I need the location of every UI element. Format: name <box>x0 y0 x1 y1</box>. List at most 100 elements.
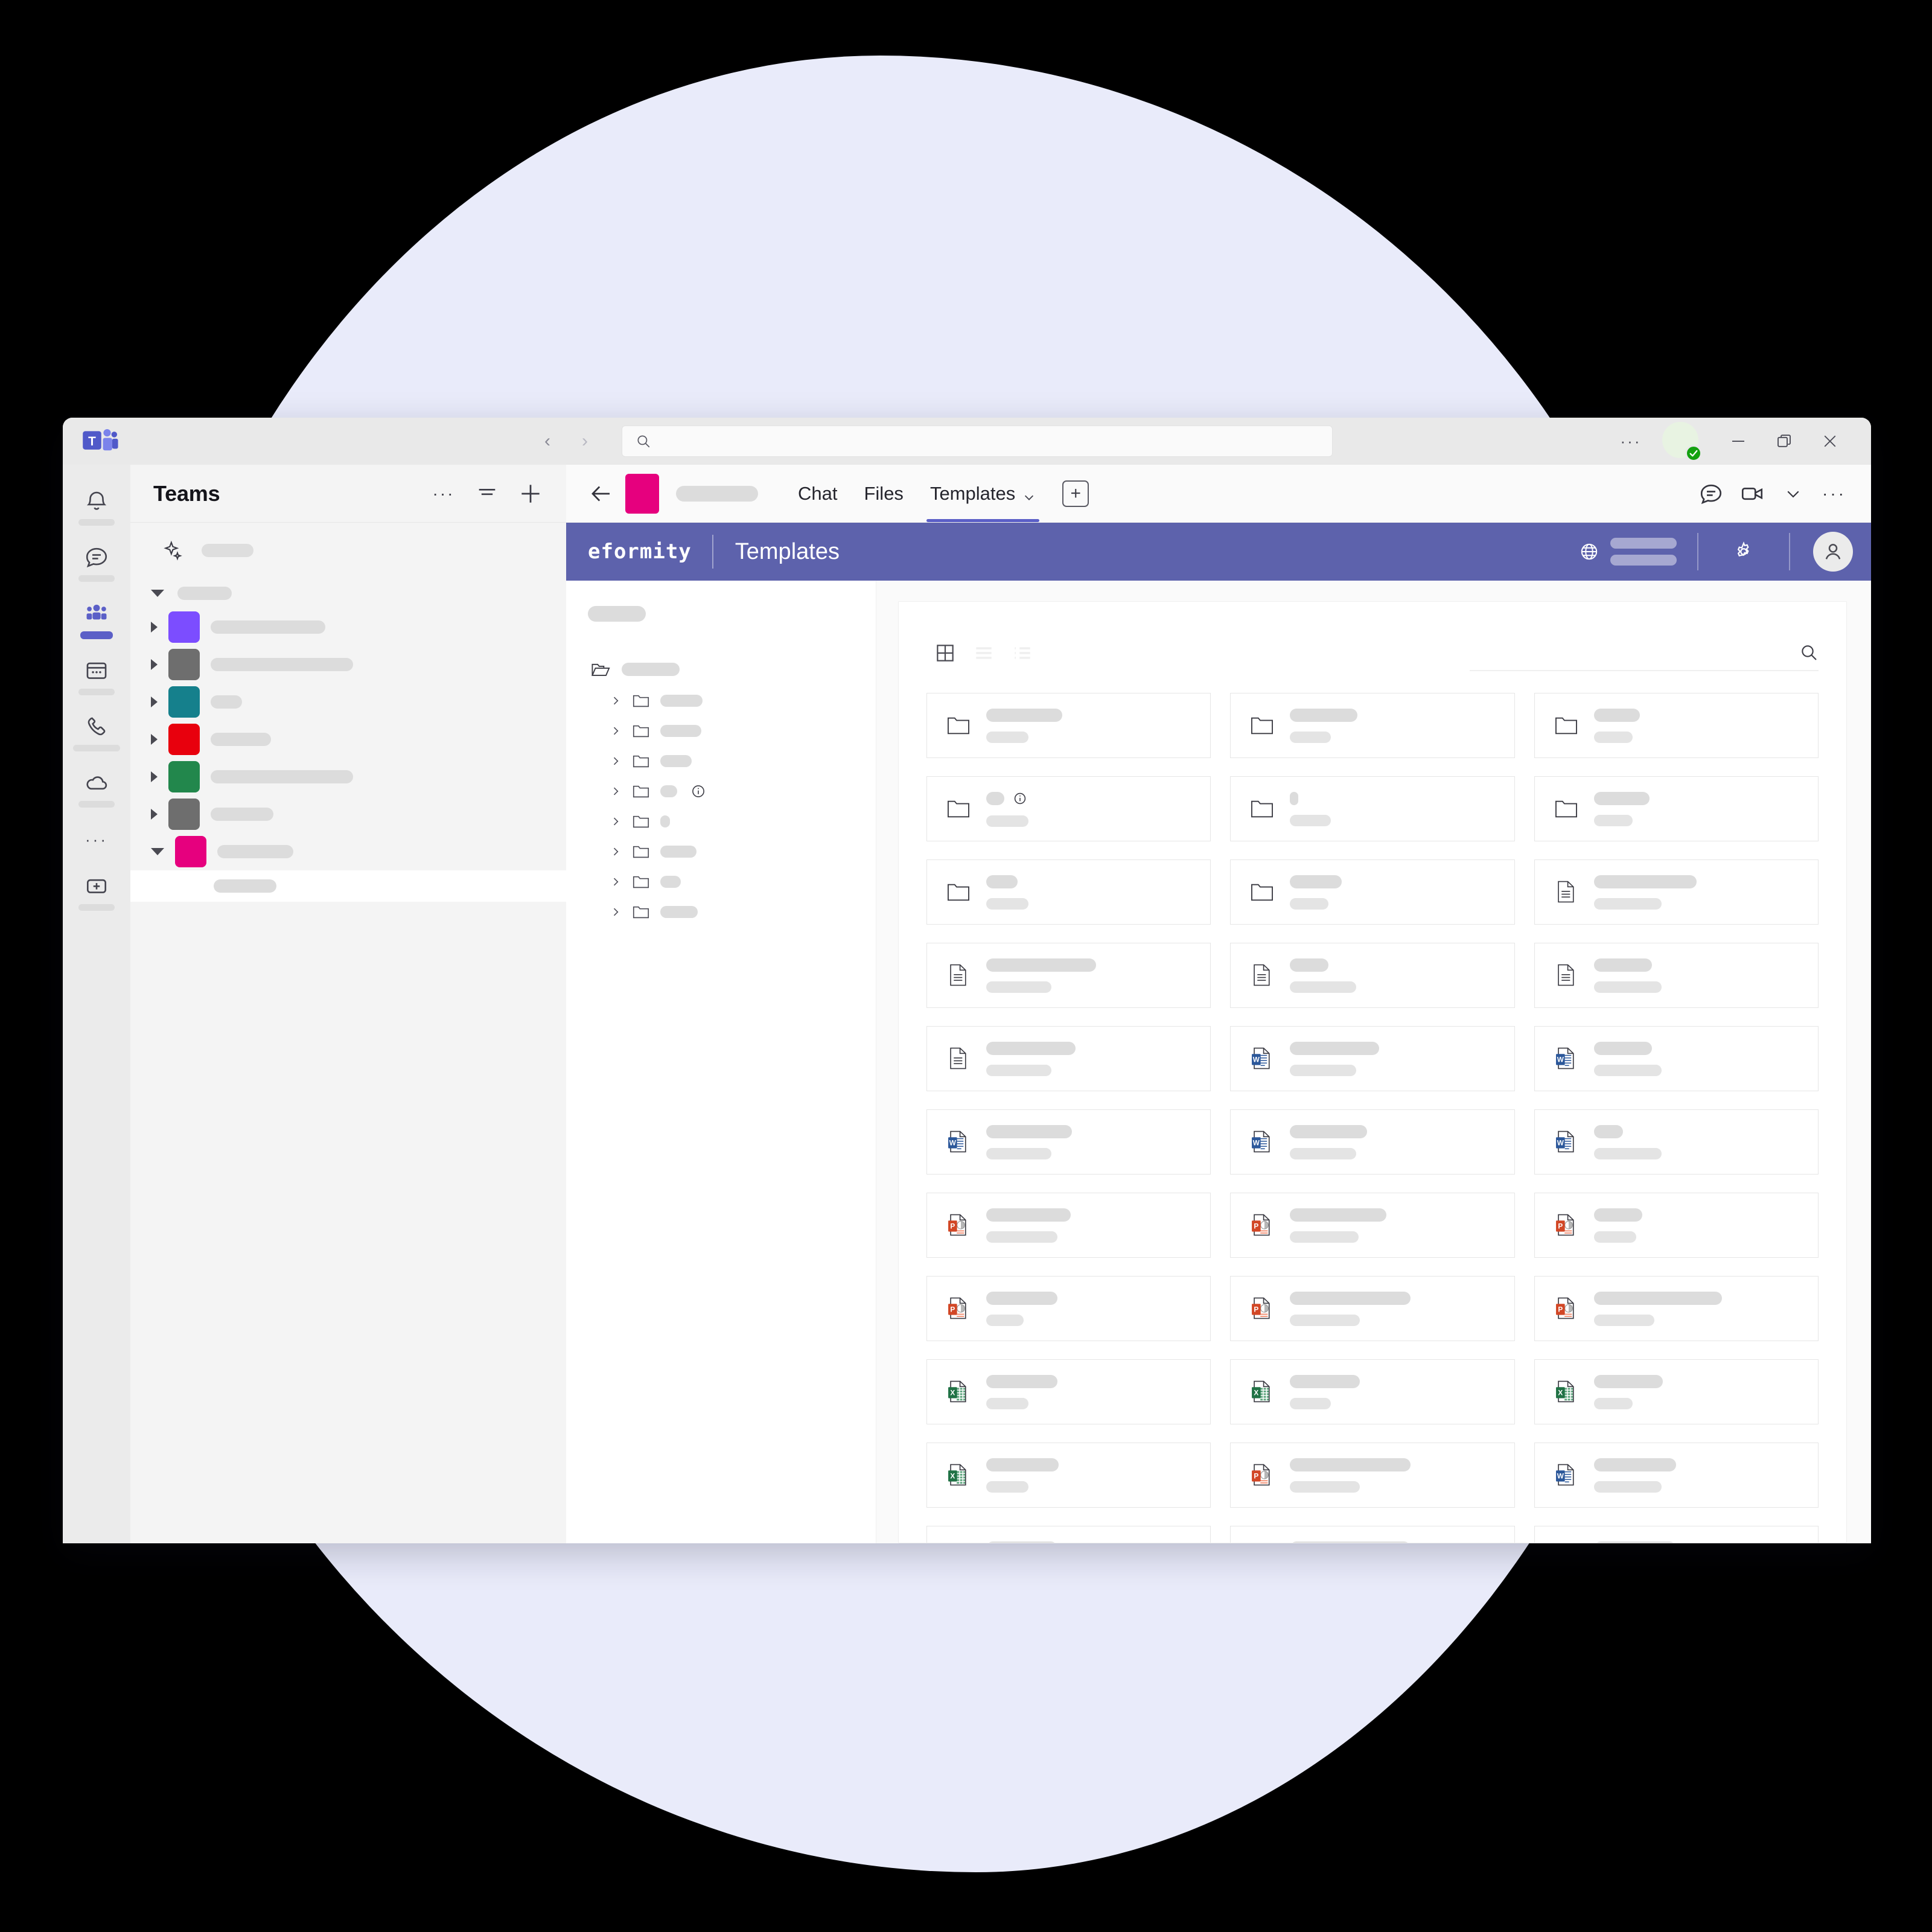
chat-icon[interactable] <box>1695 477 1727 510</box>
chevron-down-icon[interactable] <box>151 848 164 855</box>
template-card[interactable]: W <box>1230 1026 1515 1092</box>
template-card[interactable] <box>1534 859 1819 925</box>
teams-more-button[interactable]: ··· <box>430 480 457 508</box>
template-card[interactable] <box>1230 693 1515 759</box>
meet-now-icon[interactable] <box>1736 477 1768 510</box>
meet-options-icon[interactable] <box>1777 477 1809 510</box>
team-group-row[interactable] <box>130 578 566 608</box>
chevron-down-icon[interactable] <box>1022 487 1036 500</box>
template-card[interactable]: W <box>1230 1109 1515 1175</box>
channel-list-item-selected[interactable] <box>130 870 566 902</box>
global-search-input[interactable] <box>622 426 1333 457</box>
rail-more-button[interactable]: ··· <box>85 816 108 863</box>
team-list-item[interactable] <box>130 683 566 721</box>
tab-chat[interactable]: Chat <box>785 465 850 522</box>
team-list-item[interactable] <box>130 833 566 870</box>
chevron-right-icon[interactable] <box>151 734 158 745</box>
tree-folder-item[interactable] <box>566 806 876 837</box>
tree-folder-item[interactable] <box>566 897 876 927</box>
rail-item-files[interactable] <box>63 760 130 816</box>
template-card[interactable] <box>926 943 1211 1009</box>
rail-item-add-app[interactable] <box>63 863 130 919</box>
template-card[interactable]: P <box>1230 1276 1515 1342</box>
minimize-button[interactable] <box>1715 423 1761 459</box>
template-card[interactable]: P <box>926 1193 1211 1258</box>
chevron-right-icon[interactable] <box>610 725 622 737</box>
window-more-button[interactable]: ··· <box>1609 423 1653 459</box>
tree-root-item[interactable] <box>566 653 876 686</box>
rail-item-teams[interactable] <box>63 590 130 648</box>
chevron-right-icon[interactable] <box>151 809 158 820</box>
template-card[interactable] <box>926 859 1211 925</box>
template-card[interactable]: X <box>926 1359 1211 1425</box>
template-card[interactable]: X <box>1534 1359 1819 1425</box>
template-card[interactable]: P <box>1534 1276 1819 1342</box>
back-button[interactable]: ‹ <box>538 432 556 450</box>
template-card[interactable] <box>1534 693 1819 759</box>
add-tab-button[interactable]: + <box>1062 480 1089 507</box>
tab-files[interactable]: Files <box>850 465 916 522</box>
team-list-item[interactable] <box>130 721 566 758</box>
template-card[interactable] <box>1534 943 1819 1009</box>
teams-filter-button[interactable] <box>473 480 501 508</box>
account-avatar[interactable] <box>1659 418 1704 464</box>
chevron-right-icon[interactable] <box>610 815 622 827</box>
template-card[interactable] <box>926 693 1211 759</box>
chevron-right-icon[interactable] <box>151 622 158 633</box>
template-card[interactable]: W <box>1534 1443 1819 1508</box>
template-card[interactable]: W <box>1534 1526 1819 1543</box>
teams-ai-suggestion-row[interactable] <box>130 523 566 578</box>
tab-templates[interactable]: Templates <box>917 465 1049 522</box>
team-list-item[interactable] <box>130 795 566 833</box>
close-button[interactable] <box>1807 423 1853 459</box>
rail-item-calendar[interactable] <box>63 648 130 704</box>
template-card[interactable] <box>1230 943 1515 1009</box>
list-view-toggle[interactable] <box>971 640 996 666</box>
template-card[interactable] <box>926 776 1211 842</box>
chevron-right-icon[interactable] <box>610 755 622 767</box>
chevron-right-icon[interactable] <box>610 846 622 858</box>
template-card[interactable]: P <box>1534 1193 1819 1258</box>
template-card[interactable]: W <box>1534 1026 1819 1092</box>
template-card[interactable] <box>926 1026 1211 1092</box>
template-card[interactable]: P <box>1230 1526 1515 1543</box>
chevron-right-icon[interactable] <box>610 785 622 797</box>
template-card[interactable]: P <box>1230 1443 1515 1508</box>
grid-view-toggle[interactable] <box>933 640 958 666</box>
chevron-right-icon[interactable] <box>610 876 622 888</box>
rail-item-calls[interactable] <box>63 704 130 760</box>
info-icon[interactable] <box>1013 791 1027 806</box>
language-selector[interactable] <box>1579 538 1697 566</box>
chevron-right-icon[interactable] <box>151 697 158 707</box>
tree-folder-item[interactable] <box>566 716 876 746</box>
team-list-item[interactable] <box>130 608 566 646</box>
chevron-right-icon[interactable] <box>151 771 158 782</box>
chevron-right-icon[interactable] <box>610 906 622 918</box>
maximize-button[interactable] <box>1761 423 1807 459</box>
template-card[interactable]: X <box>926 1443 1211 1508</box>
channel-back-button[interactable] <box>585 478 617 509</box>
template-card[interactable] <box>1230 776 1515 842</box>
rail-item-activity[interactable] <box>63 478 130 534</box>
chevron-right-icon[interactable] <box>610 695 622 707</box>
tree-folder-item[interactable] <box>566 837 876 867</box>
team-list-item[interactable] <box>130 646 566 683</box>
template-card[interactable]: W <box>926 1109 1211 1175</box>
info-icon[interactable] <box>690 783 706 799</box>
add-team-button[interactable] <box>517 480 544 508</box>
tree-folder-item[interactable] <box>566 686 876 716</box>
tree-folder-item[interactable] <box>566 776 876 806</box>
chevron-right-icon[interactable] <box>151 659 158 670</box>
template-card[interactable]: X <box>1230 1359 1515 1425</box>
user-avatar-button[interactable] <box>1813 532 1853 572</box>
detail-view-toggle[interactable] <box>1010 640 1035 666</box>
template-card[interactable] <box>1230 859 1515 925</box>
rail-item-chat[interactable] <box>63 534 130 590</box>
template-card[interactable]: X <box>926 1526 1211 1543</box>
template-card[interactable] <box>1534 776 1819 842</box>
channel-more-icon[interactable]: ··· <box>1818 477 1851 510</box>
tree-folder-item[interactable] <box>566 867 876 897</box>
templates-search-input[interactable] <box>1470 635 1819 671</box>
team-list-item[interactable] <box>130 758 566 795</box>
template-card[interactable]: W <box>1534 1109 1819 1175</box>
